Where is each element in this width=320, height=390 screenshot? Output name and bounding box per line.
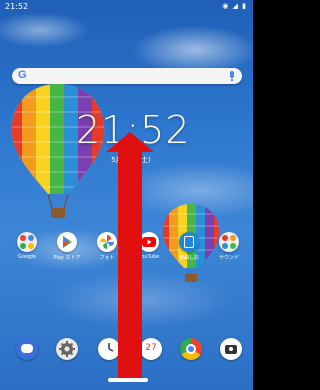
messages-icon: [16, 338, 38, 360]
dock-settings[interactable]: [54, 336, 80, 362]
swipe-up-arrow: [106, 132, 154, 378]
google-folder-icon: [17, 232, 37, 252]
play-store-icon: [57, 232, 77, 252]
tablet-app-icon: [179, 232, 199, 252]
home-gesture-bar[interactable]: [108, 378, 148, 382]
mic-icon[interactable]: [230, 71, 234, 81]
chrome-icon: [180, 338, 202, 360]
home-screen: 21:52 ◉ ◢ ▮ G 21:52 Google Play ストア フォト …: [0, 0, 253, 390]
gear-icon: [56, 338, 78, 360]
dock-chrome[interactable]: [178, 336, 204, 362]
app-label: 楽曲しお: [178, 255, 199, 261]
app-play-store[interactable]: Play ストア: [52, 232, 82, 261]
status-bar: 21:52 ◉ ◢ ▮: [0, 0, 253, 14]
dock-messages[interactable]: [14, 336, 40, 362]
app-sound[interactable]: サウンド: [214, 232, 244, 261]
app-google[interactable]: Google: [12, 232, 42, 260]
app-music[interactable]: 楽曲しお: [174, 232, 204, 261]
status-time: 21:52: [5, 2, 29, 11]
dock-camera[interactable]: [218, 336, 244, 362]
status-icons: ◉ ◢ ▮: [222, 2, 247, 10]
sound-folder-icon: [219, 232, 239, 252]
app-label: Play ストア: [53, 255, 81, 261]
app-label: Google: [18, 254, 36, 260]
balloon-image: [11, 84, 105, 218]
google-logo-icon: G: [18, 69, 27, 81]
camera-icon: [220, 338, 242, 360]
app-label: サウンド: [218, 255, 239, 261]
